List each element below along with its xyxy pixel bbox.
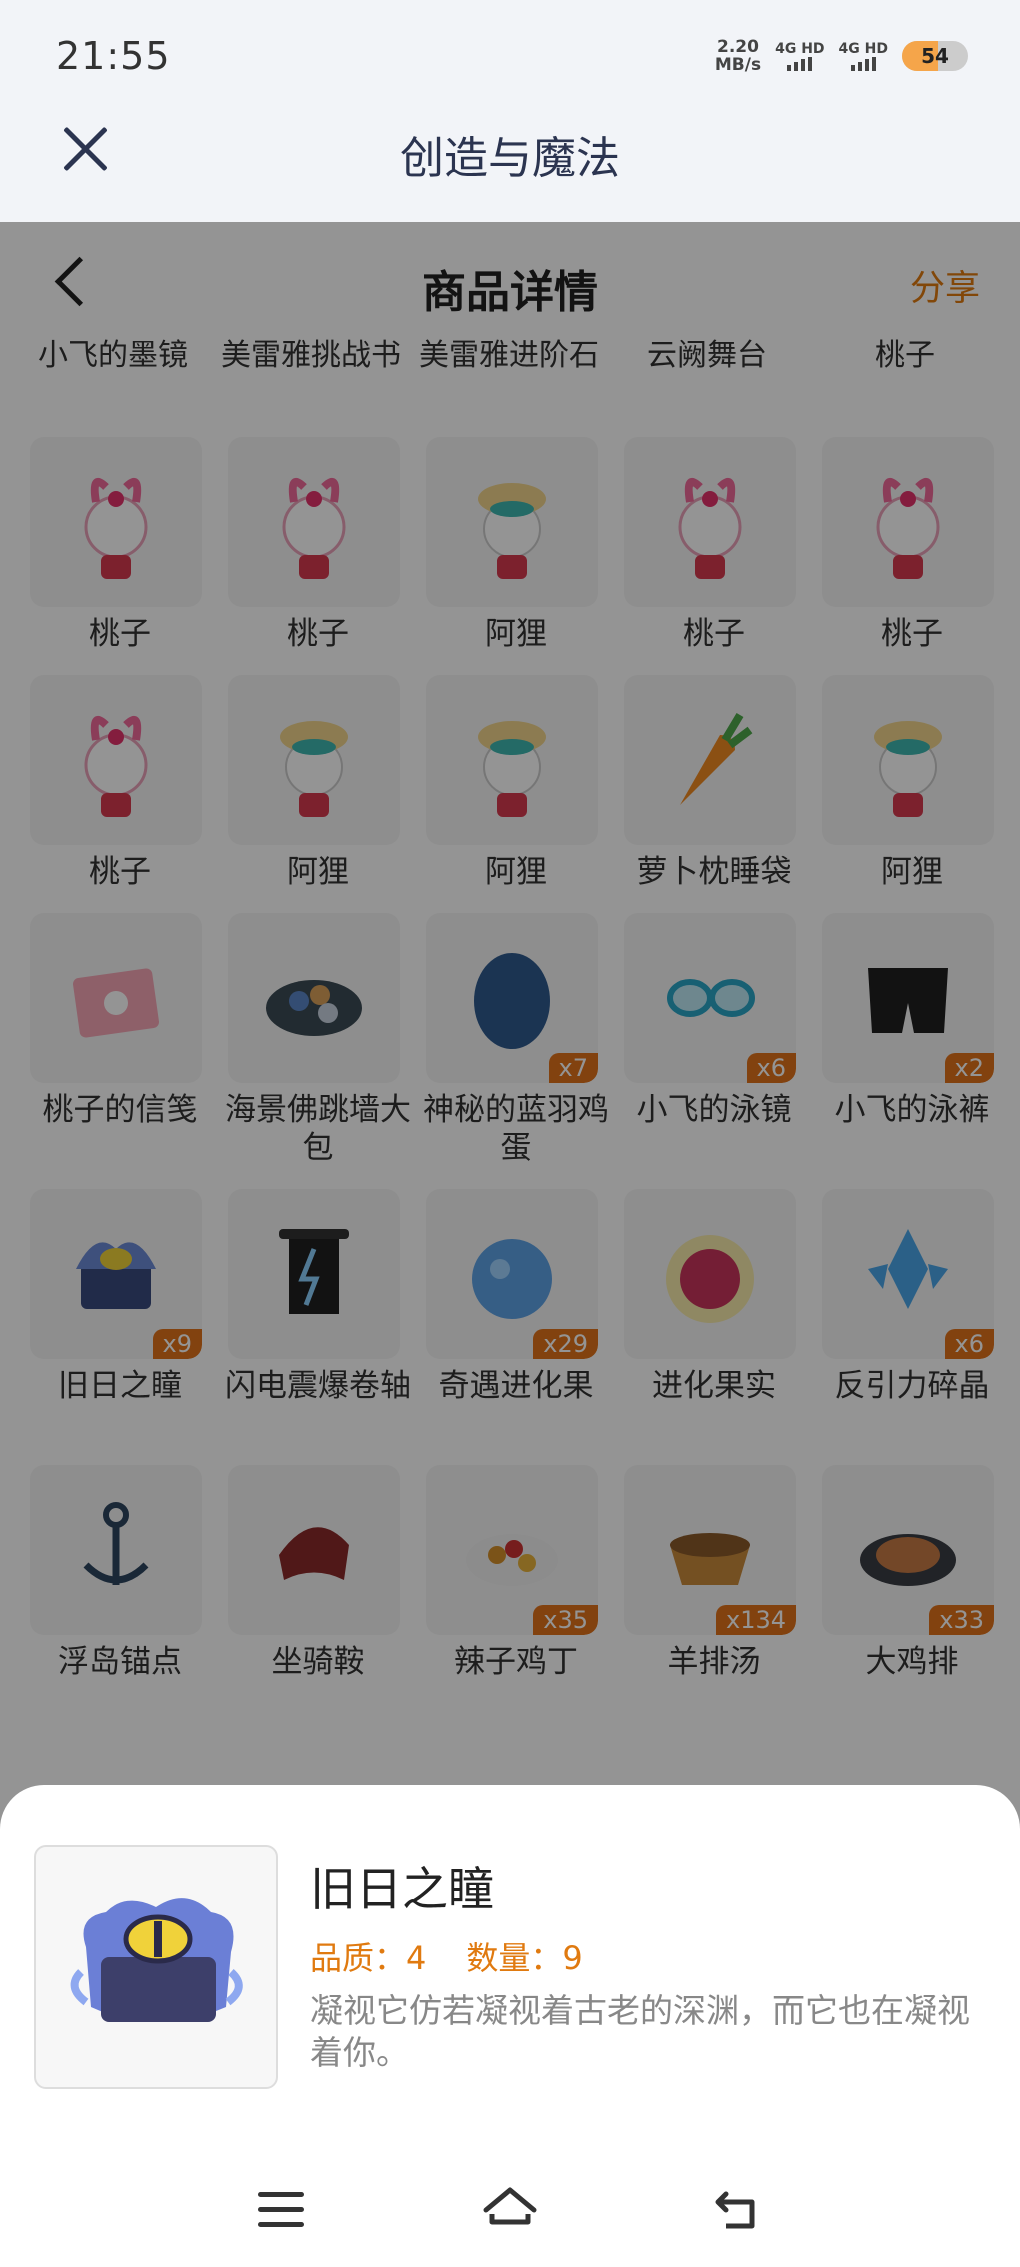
status-bar: 21:55 2.20 MB/s 4G HD 4G HD 54 bbox=[0, 0, 1020, 110]
quality-value: 4 bbox=[406, 1939, 427, 1977]
menu-icon[interactable] bbox=[258, 2192, 304, 2228]
network-type-1: 4G HD bbox=[775, 40, 825, 57]
detail-item-description: 凝视它仿若凝视着古老的深渊，而它也在凝视着你。 bbox=[310, 1991, 970, 2072]
signal-icon: 4G HD bbox=[775, 40, 825, 71]
app-bar: 创造与魔法 bbox=[0, 110, 1020, 222]
detail-item-name: 旧日之瞳 bbox=[310, 1862, 494, 1916]
detail-item-meta: 品质：4 数量：9 bbox=[310, 1933, 583, 1979]
item-detail-sheet: 旧日之瞳 品质：4 数量：9 凝视它仿若凝视着古老的深渊，而它也在凝视着你。 bbox=[0, 1785, 1020, 2267]
eye-chest-icon bbox=[70, 1898, 243, 2022]
network-speed: 2.20 MB/s bbox=[715, 38, 761, 74]
app-title: 创造与魔法 bbox=[400, 133, 620, 184]
network-type-2: 4G HD bbox=[838, 40, 888, 57]
network-speed-value: 2.20 bbox=[717, 37, 759, 57]
quality-field: 品质：4 bbox=[310, 1933, 426, 1979]
status-time: 21:55 bbox=[56, 34, 171, 78]
battery-level: 54 bbox=[921, 44, 949, 68]
quality-label: 品质： bbox=[310, 1939, 407, 1977]
status-icons: 2.20 MB/s 4G HD 4G HD 54 bbox=[715, 38, 968, 74]
home-icon[interactable] bbox=[482, 2184, 538, 2234]
detail-item-image bbox=[34, 1845, 278, 2089]
back-nav-icon[interactable] bbox=[712, 2188, 762, 2232]
count-field: 数量：9 bbox=[466, 1933, 582, 1979]
system-nav-bar bbox=[0, 2160, 1020, 2267]
network-speed-unit: MB/s bbox=[714, 55, 762, 75]
count-label: 数量： bbox=[466, 1939, 563, 1977]
signal-icon-2: 4G HD bbox=[838, 40, 888, 71]
battery-icon: 54 bbox=[902, 41, 968, 71]
count-value: 9 bbox=[562, 1939, 583, 1977]
